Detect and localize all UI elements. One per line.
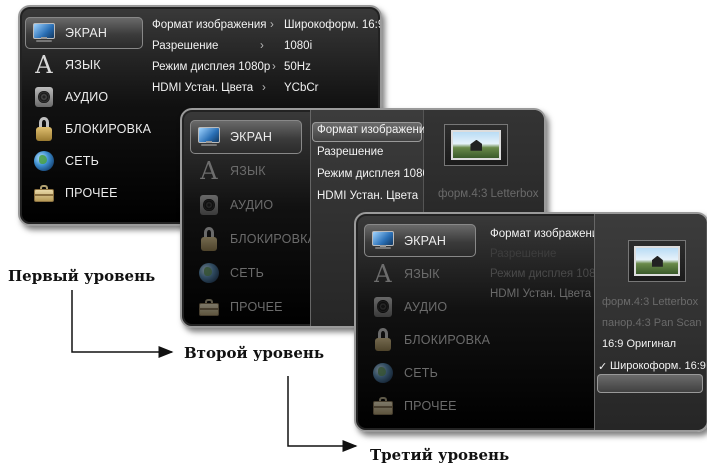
caption-third-level: Третий уровень [370,446,510,464]
level-connector-arrows [71,290,358,452]
caption-first-level: Первый уровень [8,267,156,285]
arrow-level1-to-level2 [71,290,174,358]
arrow-level2-to-level3 [287,376,358,452]
caption-second-level: Второй уровень [184,344,325,362]
